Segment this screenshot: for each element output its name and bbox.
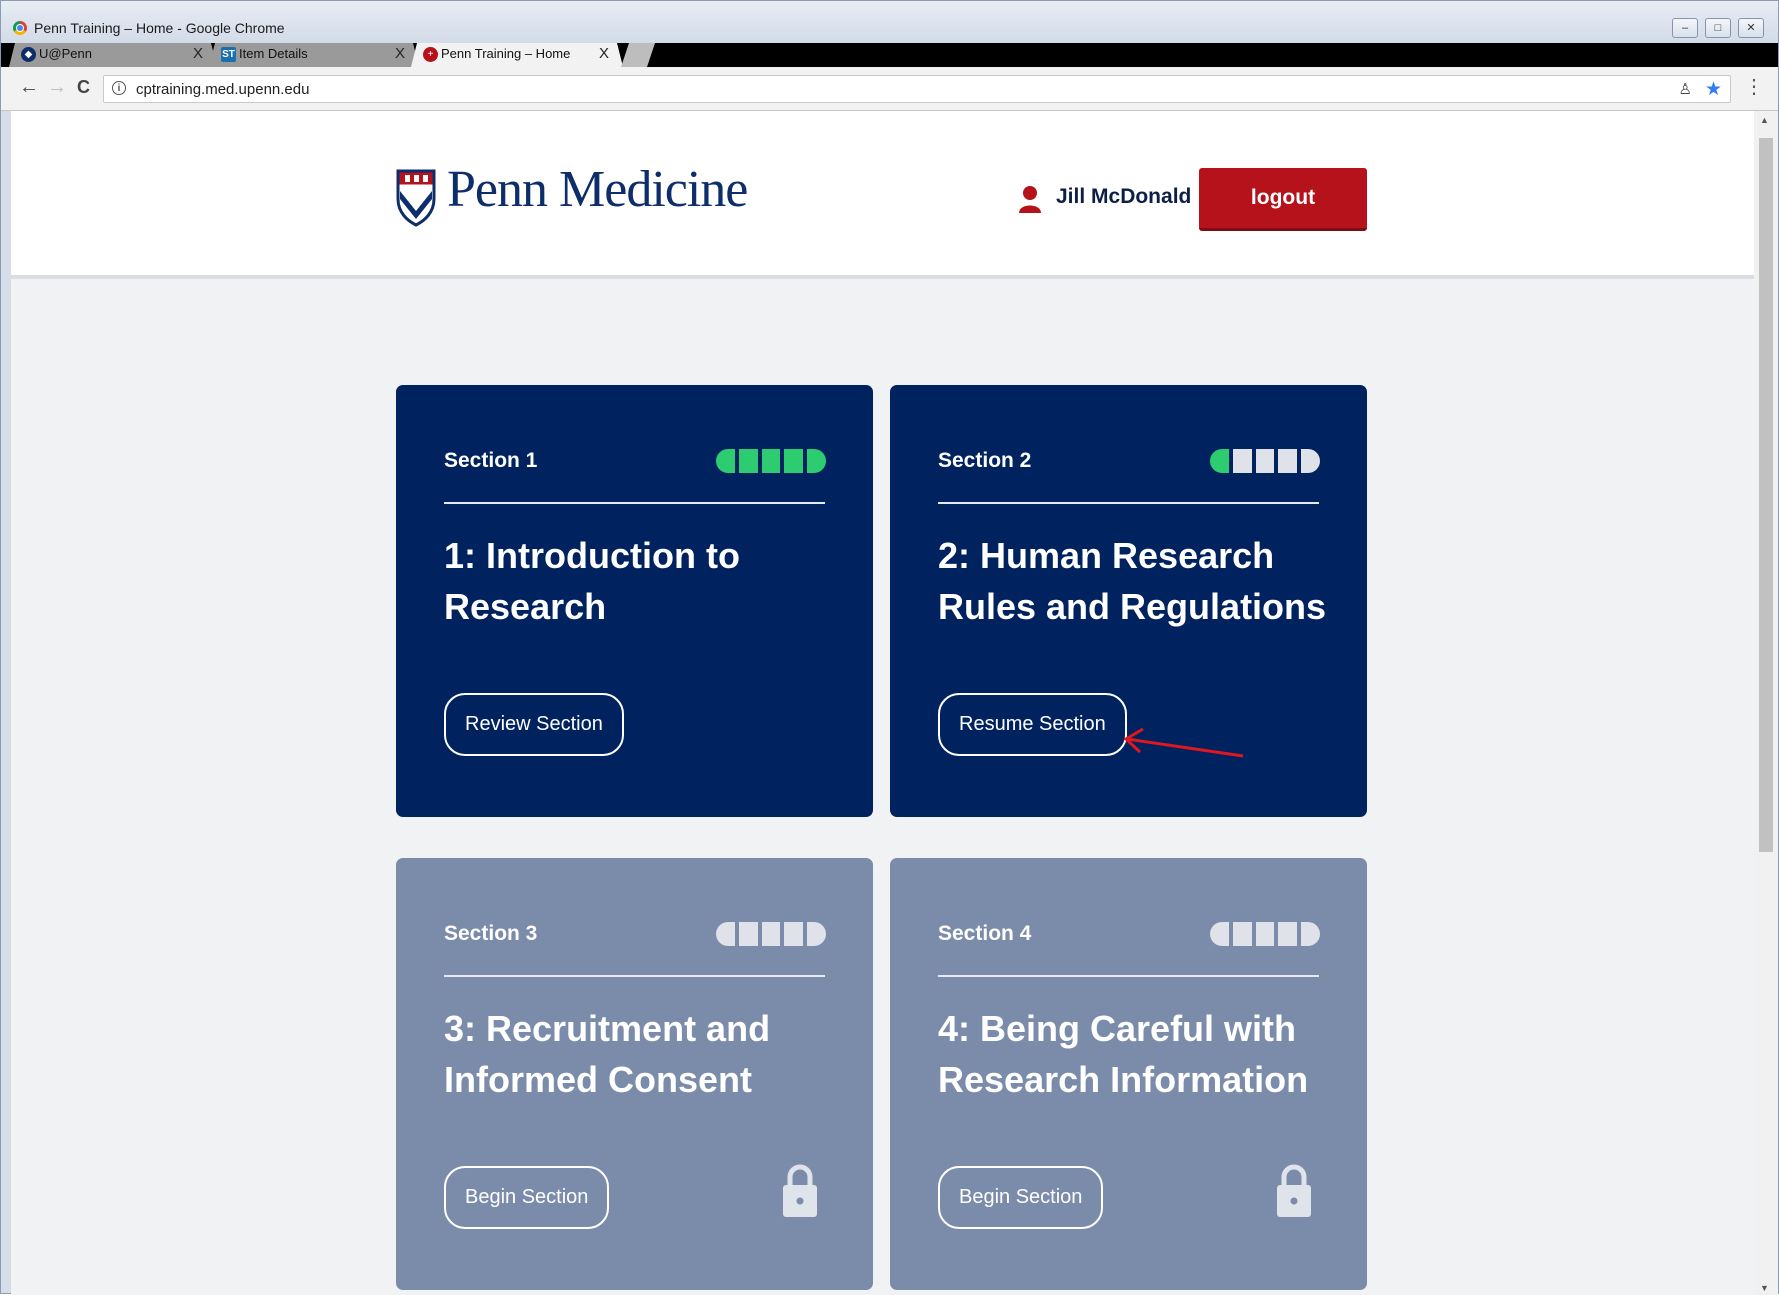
progress-segment — [761, 922, 781, 946]
key-icon[interactable]: ♙ — [1679, 80, 1692, 98]
progress-segment — [761, 449, 781, 473]
section-label: Section 1 — [444, 449, 538, 472]
progress-segment — [807, 922, 826, 946]
st-icon: ST — [222, 49, 235, 60]
menu-icon[interactable]: ⋮ — [1744, 77, 1764, 97]
progress-segment — [738, 449, 758, 473]
annotation-arrow-icon — [1123, 727, 1244, 758]
begin-section-button[interactable]: Begin Section — [444, 1166, 610, 1229]
progress-bar — [1210, 449, 1320, 473]
section-title: 3: Recruitment and Informed Consent — [444, 1008, 771, 1100]
progress-segment — [738, 922, 758, 946]
back-icon[interactable]: ← — [19, 77, 39, 97]
progress-segment — [716, 922, 735, 946]
section-card-4: Section 4 4: Being Careful with Research… — [890, 858, 1367, 1290]
progress-segment — [784, 922, 804, 946]
section-card-3: Section 3 3: Recruitment and Informed Co… — [396, 858, 873, 1290]
user-icon — [1019, 186, 1041, 213]
vertical-scrollbar[interactable]: ▲ ▼ — [1754, 111, 1778, 1295]
scroll-up-icon[interactable]: ▲ — [1760, 115, 1769, 125]
url-text[interactable]: cptraining.med.upenn.edu — [136, 81, 309, 98]
logout-button[interactable]: logout — [1199, 168, 1367, 231]
section-title: 1: Introduction to Research — [444, 535, 740, 627]
section-card-1: Section 1 1: Introduction to Research Re… — [396, 385, 873, 817]
title-bar: Penn Training – Home - Google Chrome – □… — [1, 1, 1778, 43]
progress-segment — [1210, 449, 1229, 473]
close-window-button[interactable]: ✕ — [1738, 18, 1764, 38]
tab-close-icon[interactable]: X — [193, 43, 203, 65]
penn-shield-logo-icon — [396, 169, 436, 227]
progress-segment — [1255, 449, 1275, 473]
progress-segment — [1232, 449, 1252, 473]
forward-icon[interactable]: → — [47, 77, 67, 97]
progress-bar — [716, 449, 826, 473]
progress-segment — [807, 449, 826, 473]
section-title: 4: Being Careful with Research Informati… — [938, 1008, 1309, 1100]
progress-bar — [1210, 922, 1320, 946]
browser-toolbar: ← → C i cptraining.med.upenn.edu ♙ ★ ⋮ — [1, 67, 1778, 111]
divider — [444, 502, 825, 504]
progress-segment — [784, 449, 804, 473]
section-label: Section 4 — [938, 922, 1032, 945]
brand-name[interactable]: Penn Medicine — [447, 160, 748, 219]
plus-icon: + — [423, 47, 438, 62]
divider — [444, 975, 825, 977]
lock-icon — [783, 1164, 817, 1217]
bookmark-star-icon[interactable]: ★ — [1705, 78, 1722, 101]
tab-label: U@Penn — [39, 46, 92, 61]
scroll-down-icon[interactable]: ▼ — [1760, 1283, 1769, 1293]
progress-bar — [716, 922, 826, 946]
scroll-thumb[interactable] — [1759, 138, 1773, 852]
tab-label: Penn Training – Home — [441, 46, 571, 61]
tab-upenn[interactable]: ◆ U@Penn X — [9, 43, 217, 67]
progress-segment — [1278, 449, 1298, 473]
page-viewport: Penn Medicine Jill McDonald logout Secti… — [11, 111, 1754, 1295]
progress-segment — [716, 449, 735, 473]
window-title: Penn Training – Home - Google Chrome — [34, 20, 285, 36]
browser-window: Penn Training – Home - Google Chrome – □… — [0, 0, 1779, 1295]
address-bar[interactable]: i cptraining.med.upenn.edu ♙ ★ — [103, 75, 1731, 103]
progress-segment — [1210, 922, 1229, 946]
tab-strip: ◆ U@Penn X ST Item Details X + Penn Trai… — [1, 43, 1778, 67]
progress-segment — [1301, 449, 1320, 473]
progress-segment — [1255, 922, 1275, 946]
tab-label: Item Details — [239, 46, 308, 61]
divider — [938, 975, 1319, 977]
info-icon[interactable]: i — [112, 81, 126, 95]
begin-section-button[interactable]: Begin Section — [938, 1166, 1104, 1229]
section-title: 2: Human Research Rules and Regulations — [938, 535, 1327, 627]
reload-icon[interactable]: C — [77, 77, 90, 97]
chrome-logo-icon — [13, 21, 27, 35]
review-section-button[interactable]: Review Section — [444, 693, 624, 756]
section-label: Section 2 — [938, 449, 1032, 472]
tab-penn-training[interactable]: + Penn Training – Home X — [411, 43, 623, 67]
resume-section-button[interactable]: Resume Section — [938, 693, 1127, 756]
site-header: Penn Medicine Jill McDonald logout — [11, 111, 1754, 279]
progress-segment — [1232, 922, 1252, 946]
divider — [938, 502, 1319, 504]
lock-icon — [1277, 1164, 1311, 1217]
tab-item-details[interactable]: ST Item Details X — [209, 43, 419, 67]
section-label: Section 3 — [444, 922, 538, 945]
maximize-button[interactable]: □ — [1705, 18, 1731, 38]
tab-close-icon[interactable]: X — [395, 43, 405, 65]
progress-segment — [1301, 922, 1320, 946]
username: Jill McDonald — [1056, 185, 1192, 208]
tab-close-icon[interactable]: X — [599, 43, 609, 65]
minimize-button[interactable]: – — [1672, 18, 1698, 38]
new-tab-button[interactable] — [621, 43, 655, 67]
penn-shield-icon: ◆ — [21, 47, 36, 62]
progress-segment — [1278, 922, 1298, 946]
